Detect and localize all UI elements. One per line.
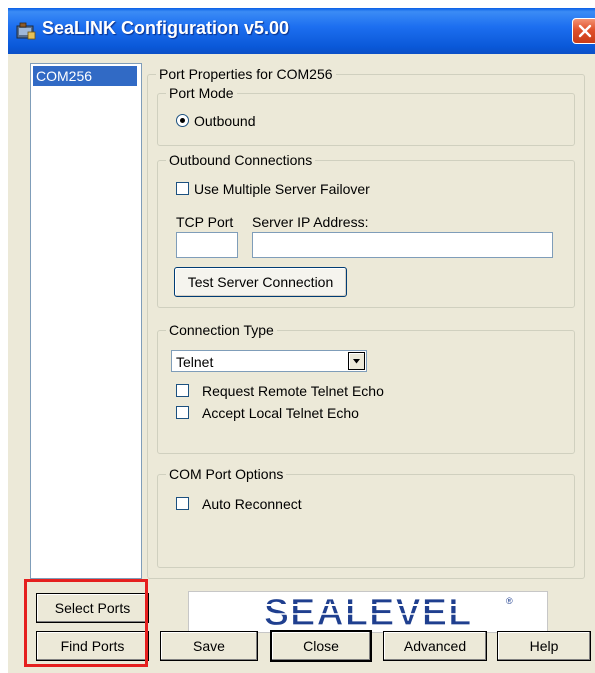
outbound-connections-label: Outbound Connections [166,151,316,169]
multiple-server-failover-label[interactable]: Use Multiple Server Failover [194,180,370,198]
auto-reconnect-checkbox[interactable] [176,497,189,510]
connection-type-value: Telnet [176,354,214,370]
highlight-box [24,579,148,667]
save-button[interactable]: Save [160,631,258,661]
test-server-connection-button[interactable]: Test Server Connection [174,267,347,297]
port-listbox[interactable]: COM256 [30,63,142,579]
help-button[interactable]: Help [497,631,591,661]
server-ip-input[interactable] [252,232,553,258]
auto-reconnect-label[interactable]: Auto Reconnect [202,495,302,513]
com-port-options-group: COM Port Options [157,465,575,568]
request-remote-telnet-echo-checkbox[interactable] [176,384,189,397]
close-button[interactable]: Close [270,630,372,662]
chevron-down-icon [353,359,360,364]
com-port-options-label: COM Port Options [166,465,287,483]
title-bar[interactable]: SeaLINK Configuration v5.00 [8,8,595,54]
window-title: SeaLINK Configuration v5.00 [42,18,290,38]
connection-type-select[interactable]: Telnet [171,350,367,372]
multiple-server-failover-checkbox[interactable] [176,182,189,195]
dropdown-arrow-button[interactable] [348,352,365,370]
outbound-radio-label[interactable]: Outbound [194,112,256,130]
svg-text:®: ® [506,596,513,606]
outbound-radio[interactable] [176,114,189,127]
close-icon [578,24,592,38]
port-list-item-com256[interactable]: COM256 [33,66,137,86]
server-ip-label: Server IP Address: [252,214,369,230]
request-remote-telnet-echo-label[interactable]: Request Remote Telnet Echo [202,382,384,400]
accept-local-telnet-echo-label[interactable]: Accept Local Telnet Echo [202,404,359,422]
advanced-button[interactable]: Advanced [383,631,487,661]
tcp-port-label: TCP Port [176,214,234,230]
port-properties-title: Port Properties for COM256 [156,65,336,83]
sealevel-logo: SEALEVEL ® [188,591,548,635]
port-mode-label: Port Mode [166,84,237,102]
tcp-port-input[interactable] [176,232,238,258]
app-window: SeaLINK Configuration v5.00 COM256 Port … [8,8,595,673]
window-close-button[interactable] [572,18,595,44]
svg-text:SEALEVEL: SEALEVEL [264,592,473,632]
sealevel-logo-graphic: SEALEVEL ® [229,591,513,635]
connection-type-label: Connection Type [166,321,277,339]
accept-local-telnet-echo-checkbox[interactable] [176,406,189,419]
app-icon [16,22,36,40]
